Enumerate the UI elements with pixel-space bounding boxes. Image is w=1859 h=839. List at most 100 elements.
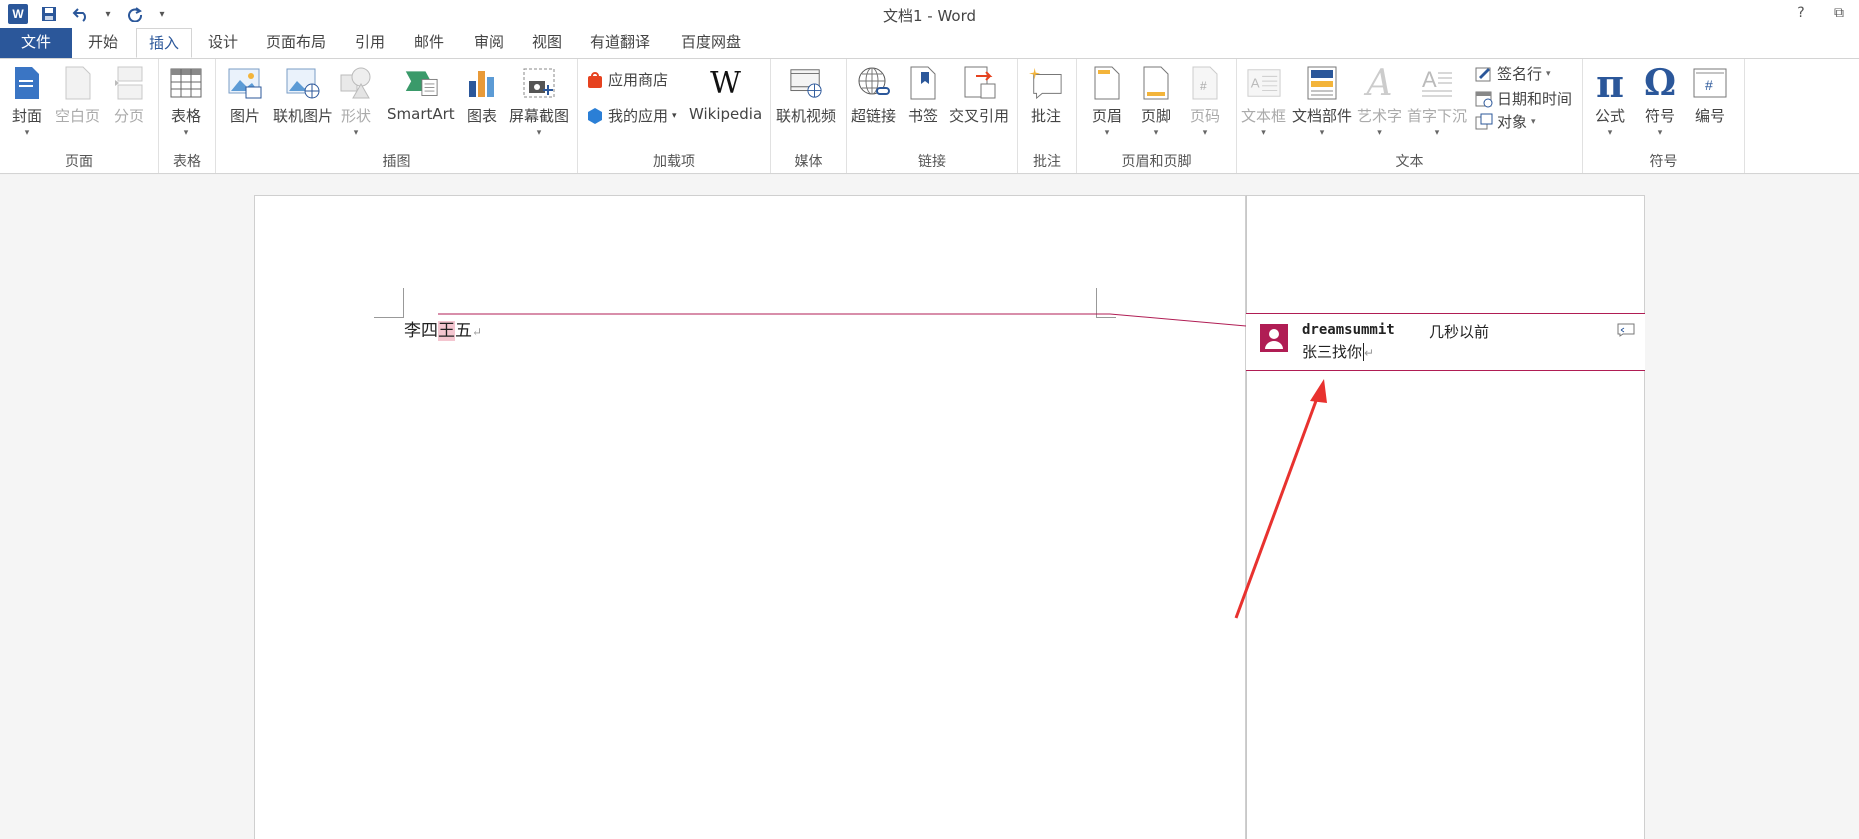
picture-icon (228, 65, 262, 101)
cover-page-label: 封面 (11, 107, 42, 125)
crop-mark-top-left (374, 288, 404, 318)
commented-text[interactable]: 王 (438, 321, 455, 341)
tab-page-layout[interactable]: 页面布局 (254, 28, 338, 58)
new-comment-label: 批注 (1030, 107, 1061, 125)
page-number-label: 页码 (1189, 107, 1220, 125)
group-media: 联机视频 媒体 (771, 59, 847, 173)
wikipedia-button[interactable]: W Wikipedia (689, 65, 763, 124)
document-area[interactable]: 李四王五↵ dreamsummit 几秒以前 张三找你 ↵ (0, 175, 1859, 839)
page-break-button[interactable]: 分页 (112, 65, 146, 126)
object-button[interactable]: 对象 ▾ (1475, 111, 1536, 132)
tab-home[interactable]: 开始 (76, 28, 130, 58)
page-number-button[interactable]: # 页码 ▾ (1188, 65, 1222, 138)
cover-page-button[interactable]: 封面 ▾ (10, 65, 44, 138)
chart-label: 图表 (466, 107, 497, 125)
window-controls: ? ⧉ (1791, 3, 1849, 23)
blank-page-label: 空白页 (55, 107, 101, 125)
pi-icon: π (1596, 60, 1624, 106)
picture-button[interactable]: 图片 (228, 65, 262, 126)
store-button[interactable]: 应用商店 (586, 69, 668, 90)
date-time-button[interactable]: 日期和时间 (1475, 88, 1572, 109)
tab-youdao[interactable]: 有道翻译 (578, 28, 662, 58)
chart-icon (465, 65, 499, 101)
chevron-down-icon: ▾ (1261, 128, 1266, 138)
online-video-label: 联机视频 (776, 107, 837, 125)
new-comment-icon (1029, 65, 1063, 101)
chevron-down-icon: ▾ (1202, 128, 1208, 138)
bookmark-button[interactable]: 书签 (906, 65, 940, 126)
group-symbols: π 公式 ▾ Ω 符号 ▾ # 编号 符号 (1583, 59, 1745, 173)
tab-file[interactable]: 文件 (0, 28, 72, 58)
object-icon (1475, 113, 1493, 131)
tab-mailings[interactable]: 邮件 (402, 28, 456, 58)
chevron-down-icon: ▾ (672, 110, 677, 121)
footer-button[interactable]: 页脚 ▾ (1139, 65, 1173, 138)
group-tables: 表格 ▾ 表格 (159, 59, 216, 173)
group-addins: 应用商店 我的应用 ▾ W Wikipedia 加载项 (578, 59, 771, 173)
table-button[interactable]: 表格 ▾ (169, 65, 203, 138)
cross-reference-button[interactable]: 交叉引用 (949, 65, 1009, 126)
chevron-down-icon: ▾ (1319, 128, 1325, 138)
comment-time: 几秒以前 (1429, 323, 1490, 341)
chevron-down-icon: ▾ (353, 128, 359, 138)
footer-icon (1139, 65, 1173, 101)
quick-parts-button[interactable]: 文档部件 ▾ (1292, 65, 1352, 138)
online-video-icon (789, 65, 823, 101)
header-button[interactable]: 页眉 ▾ (1090, 65, 1124, 138)
document-body-text[interactable]: 李四王五↵ (404, 316, 482, 341)
chart-button[interactable]: 图表 (465, 65, 499, 126)
screenshot-icon (522, 65, 556, 101)
store-label: 应用商店 (608, 71, 669, 89)
new-comment-button[interactable]: 批注 (1029, 65, 1063, 126)
tab-insert[interactable]: 插入 (136, 28, 193, 58)
chevron-down-icon: ▾ (1657, 128, 1663, 138)
screenshot-button[interactable]: 屏幕截图 ▾ (509, 65, 569, 138)
wordart-button[interactable]: A 艺术字 ▾ (1357, 63, 1402, 139)
online-picture-label: 联机图片 (273, 107, 334, 125)
reply-icon[interactable] (1617, 323, 1635, 337)
group-pages: 封面 ▾ 空白页 分页 页面 (0, 59, 159, 173)
cover-page-icon (10, 65, 44, 101)
group-links: 超链接 书签 交叉引用 链接 (847, 59, 1018, 173)
symbol-button[interactable]: Ω 符号 ▾ (1643, 62, 1677, 138)
date-time-label: 日期和时间 (1497, 90, 1573, 108)
drop-cap-label: 首字下沉 (1407, 107, 1468, 125)
markup-area[interactable] (1246, 195, 1645, 839)
equation-button[interactable]: π 公式 ▾ (1593, 60, 1627, 139)
ribbon-display-options-icon[interactable]: ⧉ (1829, 3, 1849, 23)
drop-cap-button[interactable]: A 首字下沉 ▾ (1407, 65, 1467, 138)
chevron-down-icon: ▾ (1104, 128, 1110, 138)
calendar-icon (1475, 90, 1493, 108)
numbering-icon: # (1693, 65, 1727, 101)
numbering-button[interactable]: # 编号 (1693, 65, 1727, 126)
tab-view[interactable]: 视图 (520, 28, 574, 58)
chevron-down-icon: ▾ (1531, 116, 1536, 127)
smartart-button[interactable]: SmartArt (387, 65, 455, 123)
comment-balloon[interactable]: dreamsummit 几秒以前 张三找你 ↵ (1246, 313, 1645, 371)
wikipedia-label: Wikipedia (689, 105, 763, 123)
hyperlink-button[interactable]: 超链接 (851, 65, 896, 126)
object-label: 对象 (1497, 113, 1528, 131)
signature-line-button[interactable]: 签名行 ▾ (1475, 63, 1551, 84)
online-picture-button[interactable]: 联机图片 (273, 65, 333, 126)
chevron-down-icon: ▾ (183, 128, 189, 138)
text-after: 五 (455, 321, 472, 341)
help-button[interactable]: ? (1791, 3, 1811, 23)
comment-text[interactable]: 张三找你 ↵ (1302, 341, 1374, 362)
shapes-button[interactable]: 形状 ▾ (339, 65, 373, 138)
chevron-down-icon: ▾ (1153, 128, 1159, 138)
blank-page-button[interactable]: 空白页 (55, 65, 100, 126)
chevron-down-icon: ▾ (1434, 128, 1440, 138)
tab-references[interactable]: 引用 (343, 28, 397, 58)
symbol-label: 符号 (1644, 107, 1675, 125)
my-apps-button[interactable]: 我的应用 ▾ (586, 105, 677, 126)
tab-review[interactable]: 审阅 (462, 28, 516, 58)
tab-design[interactable]: 设计 (196, 28, 250, 58)
shapes-label: 形状 (340, 107, 371, 125)
my-apps-label: 我的应用 (608, 107, 669, 125)
textbox-button[interactable]: A 文本框 ▾ (1241, 65, 1286, 138)
group-text: A 文本框 ▾ 文档部件 ▾ A 艺术字 ▾ A 首字下沉 ▾ 签名行 ▾ 日期… (1237, 59, 1583, 173)
header-icon (1090, 65, 1124, 101)
online-video-button[interactable]: 联机视频 (776, 65, 836, 126)
tab-baidu-netdisk[interactable]: 百度网盘 (669, 28, 753, 58)
